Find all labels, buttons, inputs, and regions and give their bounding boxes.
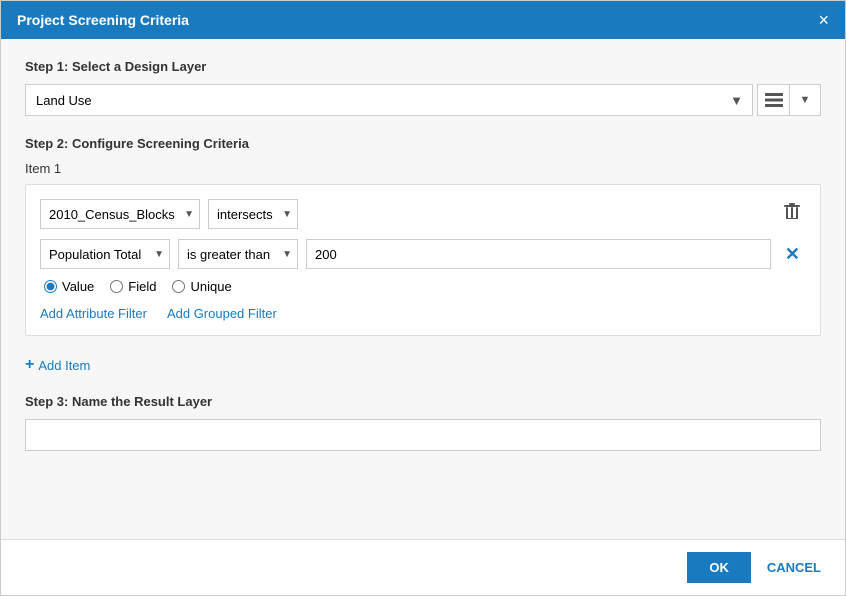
close-button[interactable]: ×: [818, 11, 829, 29]
layer-select-row: Land Use ▼ ▼: [25, 84, 821, 116]
add-grouped-filter-button[interactable]: Add Grouped Filter: [167, 306, 277, 321]
dialog: Project Screening Criteria × Step 1: Sel…: [0, 0, 846, 596]
value-input[interactable]: [306, 239, 771, 269]
ok-button[interactable]: OK: [687, 552, 751, 583]
remove-filter-2-button[interactable]: ✕: [779, 242, 806, 267]
field-select-1[interactable]: 2010_Census_Blocks: [40, 199, 200, 229]
step-2-label: Step 2: Configure Screening Criteria: [25, 136, 821, 151]
radio-value-label: Value: [62, 279, 94, 294]
cancel-button[interactable]: CANCEL: [763, 552, 825, 583]
operator-select-2[interactable]: is greater than: [178, 239, 298, 269]
dialog-footer: OK CANCEL: [1, 539, 845, 595]
dialog-title: Project Screening Criteria: [17, 12, 189, 28]
item-label: Item 1: [25, 161, 821, 176]
radio-row: Value Field Unique: [44, 279, 806, 294]
filter-links: Add Attribute Filter Add Grouped Filter: [40, 306, 806, 321]
step-1-label: Step 1: Select a Design Layer: [25, 59, 821, 74]
trash-icon: [784, 203, 800, 221]
layer-select-wrapper: Land Use ▼: [25, 84, 753, 116]
radio-value-option[interactable]: Value: [44, 279, 94, 294]
filter-row-1: 2010_Census_Blocks ▼ intersects ▼: [40, 199, 806, 229]
operator-select-wrapper-1: intersects ▼: [208, 199, 298, 229]
step-3-section: Step 3: Name the Result Layer: [25, 394, 821, 451]
layers-icon: [765, 91, 783, 109]
filter-group: 2010_Census_Blocks ▼ intersects ▼: [25, 184, 821, 336]
field-select-wrapper-1: 2010_Census_Blocks ▼: [40, 199, 200, 229]
plus-icon: +: [25, 356, 34, 374]
field-select-wrapper-2: Population Total ▼: [40, 239, 170, 269]
result-layer-input[interactable]: [25, 419, 821, 451]
layer-select[interactable]: Land Use: [25, 84, 753, 116]
delete-row-1-button[interactable]: [778, 201, 806, 228]
radio-unique-label: Unique: [190, 279, 231, 294]
icon-group: ▼: [757, 84, 821, 116]
add-attribute-filter-button[interactable]: Add Attribute Filter: [40, 306, 147, 321]
layers-icon-button[interactable]: [757, 84, 789, 116]
operator-select-wrapper-2: is greater than ▼: [178, 239, 298, 269]
add-item-row: + Add Item: [25, 356, 821, 374]
filter-row-2: Population Total ▼ is greater than ▼ ✕: [40, 239, 806, 269]
operator-select-1[interactable]: intersects: [208, 199, 298, 229]
add-item-button[interactable]: + Add Item: [25, 356, 90, 374]
radio-value-input[interactable]: [44, 280, 57, 293]
step-2-section: Step 2: Configure Screening Criteria Ite…: [25, 136, 821, 336]
radio-unique-input[interactable]: [172, 280, 185, 293]
add-item-label: Add Item: [38, 358, 90, 373]
radio-field-input[interactable]: [110, 280, 123, 293]
step-3-label: Step 3: Name the Result Layer: [25, 394, 821, 409]
radio-field-option[interactable]: Field: [110, 279, 156, 294]
dialog-body: Step 1: Select a Design Layer Land Use ▼: [1, 39, 845, 539]
step-1-section: Step 1: Select a Design Layer Land Use ▼: [25, 59, 821, 116]
dialog-header: Project Screening Criteria ×: [1, 1, 845, 39]
field-select-2[interactable]: Population Total: [40, 239, 170, 269]
layer-dropdown-button[interactable]: ▼: [789, 84, 821, 116]
radio-field-label: Field: [128, 279, 156, 294]
radio-unique-option[interactable]: Unique: [172, 279, 231, 294]
chevron-down-icon: ▼: [800, 94, 811, 106]
